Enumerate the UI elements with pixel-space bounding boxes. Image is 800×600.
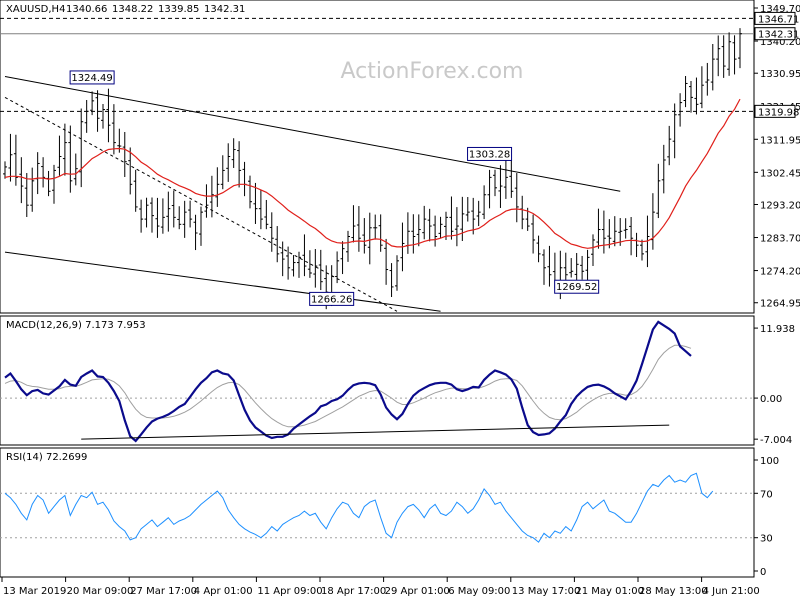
x-tick-label: 4 Apr 01:00 [194, 586, 253, 597]
x-tick-label: 21 May 01:00 [575, 586, 644, 597]
x-tick-label: 28 May 13:00 [639, 586, 708, 597]
annotation-label: 1266.26 [311, 294, 352, 305]
ohlc-high: 1348.22 [112, 4, 153, 15]
x-tick-label: 4 Jun 21:00 [703, 586, 760, 597]
annotation-label: 1303.28 [469, 149, 510, 160]
price-annotation: 1266.26 [309, 291, 355, 306]
x-tick-label: 27 Mar 17:00 [130, 586, 197, 597]
rsi-y-tick-label: 70 [760, 489, 773, 500]
x-tick-label: 13 May 17:00 [512, 586, 581, 597]
annotation-label: 1269.52 [556, 282, 597, 293]
x-tick-label: 20 Mar 09:00 [67, 586, 134, 597]
price-y-tick-label: 1293.20 [760, 200, 800, 211]
price-y-tick-label: 1302.45 [760, 168, 800, 179]
level-line-value: 1319.98 [758, 107, 799, 118]
x-tick-label: 29 Apr 01:00 [385, 586, 450, 597]
watermark: ActionForex.com [341, 59, 524, 84]
price-y-tick-label: 1330.95 [760, 69, 800, 80]
ohlc-open: 1340.66 [66, 4, 107, 15]
chart-background [0, 0, 800, 600]
price-y-tick-label: 1274.20 [760, 267, 800, 278]
price-annotation: 1269.52 [554, 279, 600, 294]
rsi-y-tick-label: 100 [760, 456, 779, 467]
rsi-label: RSI(14) 72.2699 [6, 452, 87, 463]
rsi-y-tick-label: 30 [760, 534, 773, 545]
macd-y-tick-label: -7.004 [760, 435, 792, 446]
macd-label: MACD(12,26,9) 7.173 7.953 [6, 320, 146, 331]
x-tick-label: 13 Mar 2019 [3, 586, 66, 597]
rsi-y-tick-label: 0 [760, 567, 766, 578]
chart-root: ActionForex.com XAUUSD,H4 1340.66 1348.2… [0, 0, 800, 600]
x-tick-label: 11 Apr 09:00 [257, 586, 322, 597]
ohlc-close: 1342.31 [204, 4, 245, 15]
price-y-tick-label: 1264.95 [760, 299, 800, 310]
price-annotation: 1303.28 [467, 146, 513, 161]
annotation-label: 1324.49 [71, 73, 112, 84]
macd-y-tick-label: 0.00 [760, 394, 782, 405]
price-y-tick-label: 1283.70 [760, 234, 800, 245]
level-line-value: 1342.31 [758, 30, 799, 41]
macd-y-tick-label: 11.938 [760, 324, 795, 335]
price-y-tick-label: 1311.95 [760, 135, 800, 146]
x-tick-label: 18 Apr 17:00 [321, 586, 386, 597]
symbol-label: XAUUSD,H4 [6, 4, 65, 15]
x-tick-label: 6 May 09:00 [448, 586, 510, 597]
price-annotation: 1324.49 [69, 70, 115, 85]
ohlc-low: 1339.85 [158, 4, 199, 15]
level-line-value: 1346.71 [758, 14, 799, 25]
